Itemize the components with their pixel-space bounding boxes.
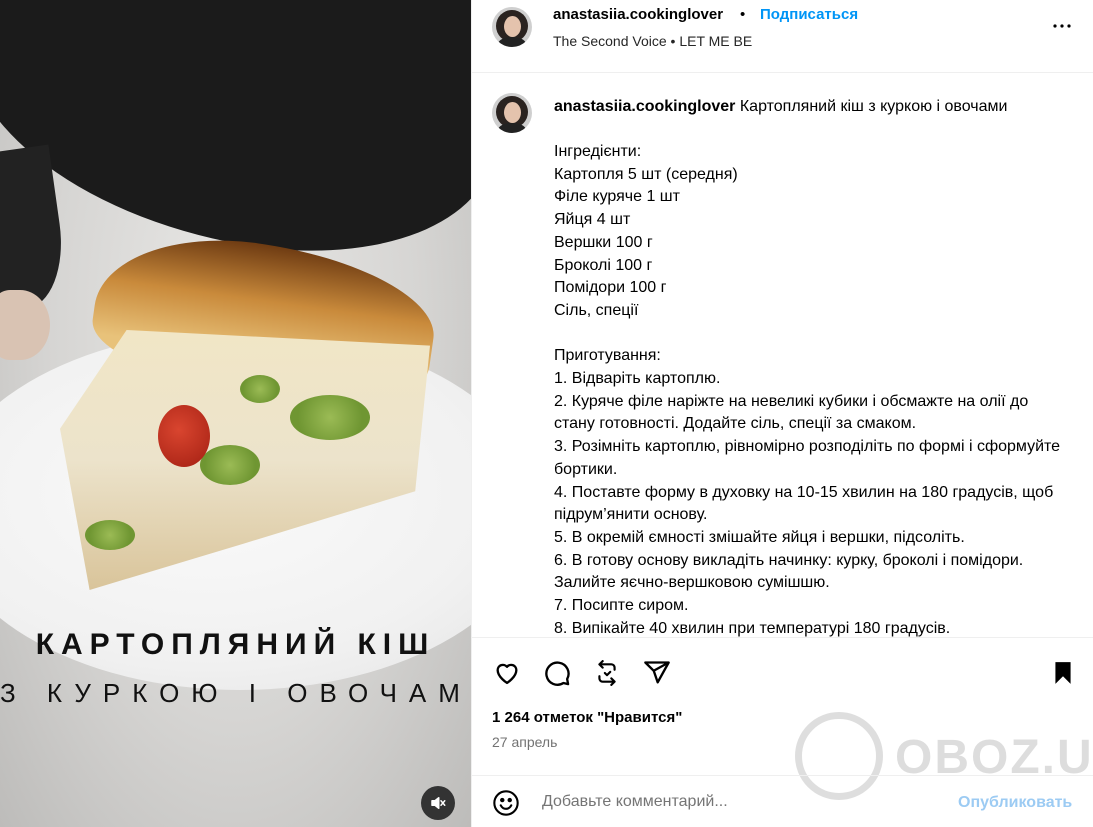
video-subtitle-overlay: З КУРКОЮ І ОВОЧАМИ (0, 678, 471, 708)
audio-track-link[interactable]: The Second Voice • LET ME BE (553, 33, 752, 49)
comment-button[interactable] (540, 656, 574, 690)
like-button[interactable] (490, 656, 524, 690)
publish-button[interactable]: Опубликовать (958, 794, 1072, 812)
separator-dot: • (740, 6, 746, 23)
caption-section: anastasiia.cookinglover Картопляний кіш … (472, 74, 1093, 637)
comment-bar: Опубликовать (472, 775, 1093, 827)
comment-icon (545, 661, 570, 686)
bookmark-icon (1055, 662, 1071, 684)
post-dialog: КАРТОПЛЯНИЙ КІШ З КУРКОЮ І ОВОЧАМИ anast… (0, 0, 1093, 827)
video-title-overlay: КАРТОПЛЯНИЙ КІШ (35, 628, 436, 661)
share-icon (644, 661, 670, 684)
likes-count[interactable]: 1 264 отметок "Нравится" (492, 709, 682, 726)
caption-text: Інгредієнти: Картопля 5 шт (середня) Філ… (554, 143, 1061, 637)
avatar[interactable] (492, 7, 532, 47)
broccoli-piece (200, 445, 260, 485)
broccoli-piece (85, 520, 135, 550)
emoji-icon (493, 790, 519, 816)
save-button[interactable] (1046, 656, 1080, 690)
follow-button[interactable]: Подписаться (760, 6, 858, 23)
mute-button[interactable] (421, 786, 455, 820)
more-icon (1053, 24, 1071, 28)
repost-button[interactable] (590, 656, 624, 690)
more-options-button[interactable] (1050, 14, 1074, 44)
broccoli-piece (290, 395, 370, 440)
comment-input[interactable] (542, 793, 842, 811)
mute-icon (431, 797, 446, 809)
caption-avatar[interactable] (492, 93, 532, 133)
post-details-panel: anastasiia.cookinglover • Подписаться Th… (471, 0, 1093, 827)
broccoli-piece (240, 375, 280, 403)
author-username[interactable]: anastasiia.cookinglover (553, 6, 723, 23)
tomato-piece (158, 405, 210, 467)
post-header: anastasiia.cookinglover • Подписаться Th… (472, 0, 1093, 73)
share-button[interactable] (640, 656, 674, 690)
action-bar (472, 637, 1093, 707)
heart-icon (496, 663, 518, 685)
caption-header: anastasiia.cookinglover Картопляний кіш … (554, 96, 1074, 118)
caption-title: Картопляний кіш з куркою і овочами (739, 98, 1008, 115)
caption-username[interactable]: anastasiia.cookinglover (554, 98, 735, 115)
post-video[interactable]: КАРТОПЛЯНИЙ КІШ З КУРКОЮ І ОВОЧАМИ (0, 0, 471, 827)
repost-icon (598, 660, 616, 686)
post-date[interactable]: 27 апрель (492, 734, 557, 750)
emoji-button[interactable] (492, 789, 522, 819)
